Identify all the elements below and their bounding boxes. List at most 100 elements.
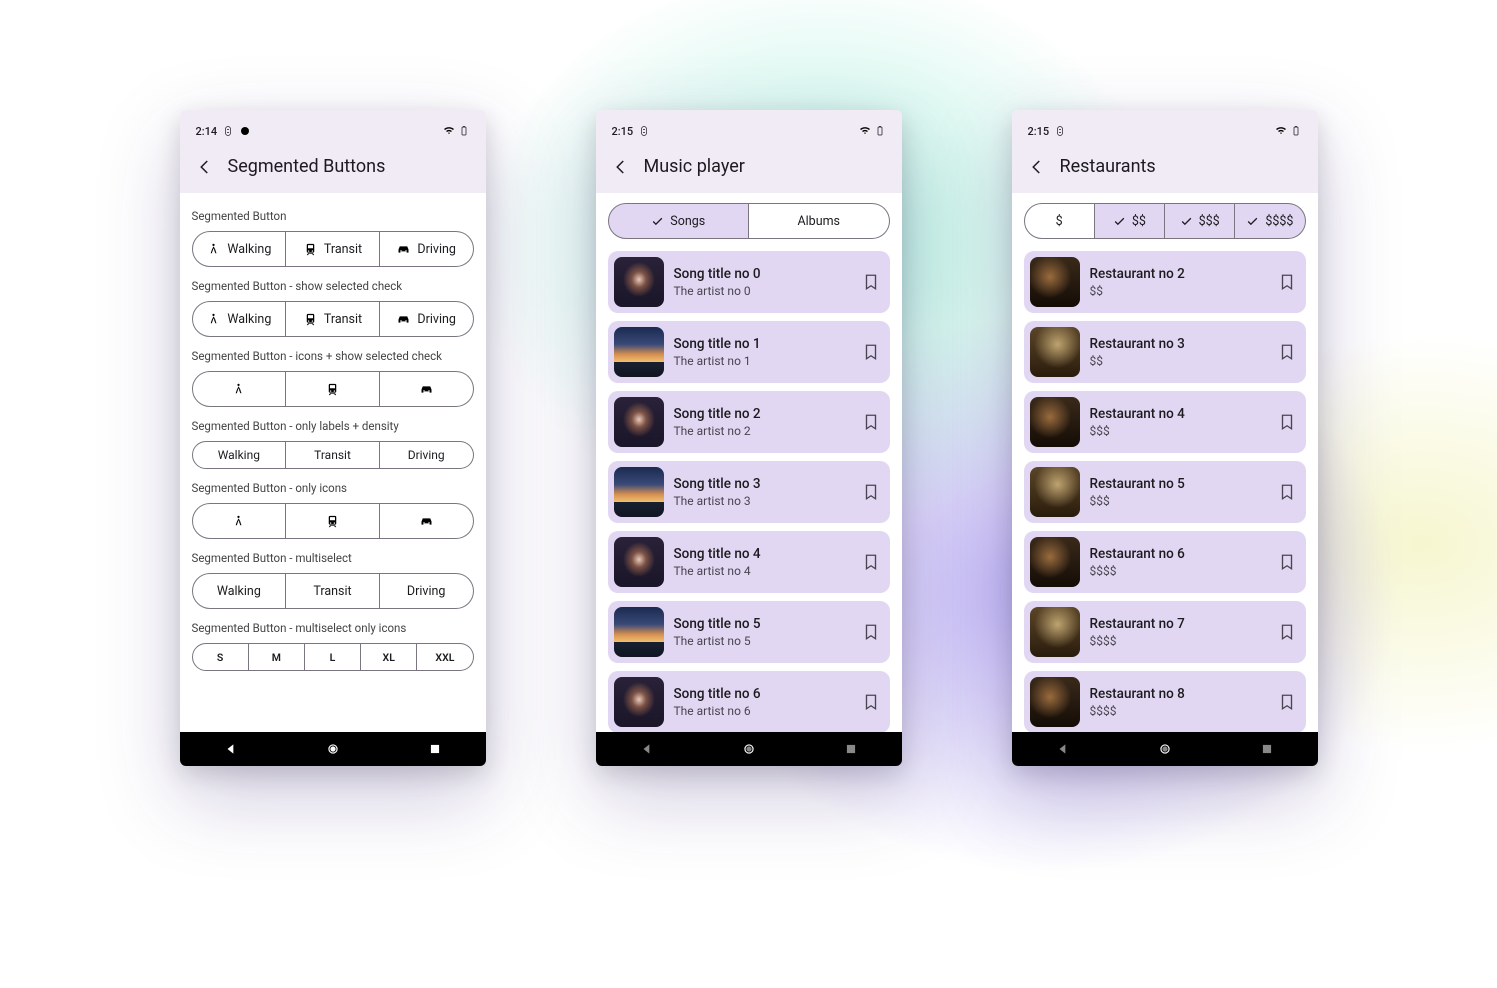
- seg-driving[interactable]: Driving: [380, 231, 474, 267]
- restaurant-name: Restaurant no 8: [1090, 686, 1268, 702]
- song-card[interactable]: Song title no 5The artist no 5: [608, 601, 890, 663]
- restaurant-thumb: [1030, 467, 1080, 517]
- song-thumb: [614, 467, 664, 517]
- seg-walking[interactable]: [192, 503, 287, 539]
- restaurant-thumb: [1030, 607, 1080, 657]
- song-text: Song title no 3The artist no 3: [674, 476, 852, 508]
- price-2[interactable]: $$: [1095, 203, 1165, 239]
- nav-home-icon[interactable]: [1158, 742, 1172, 756]
- seg-walking[interactable]: Walking: [192, 573, 287, 609]
- song-card[interactable]: Song title no 6The artist no 6: [608, 671, 890, 732]
- song-title: Song title no 0: [674, 266, 852, 282]
- seg-transit[interactable]: Transit: [286, 573, 380, 609]
- bookmark-icon[interactable]: [1278, 483, 1296, 501]
- bookmark-icon[interactable]: [1278, 413, 1296, 431]
- nav-recent-icon[interactable]: [844, 742, 858, 756]
- segmented-group: [192, 503, 474, 539]
- song-text: Song title no 4The artist no 4: [674, 546, 852, 578]
- price-1[interactable]: $: [1024, 203, 1095, 239]
- seg-driving[interactable]: [380, 371, 474, 407]
- status-time: 2:15: [612, 125, 634, 138]
- restaurant-card[interactable]: Restaurant no 2$$: [1024, 251, 1306, 313]
- price-filter: $ $$ $$$ $$$$: [1024, 203, 1306, 239]
- seg-driving[interactable]: Driving: [380, 573, 474, 609]
- bookmark-icon[interactable]: [862, 273, 880, 291]
- bookmark-icon[interactable]: [1278, 623, 1296, 641]
- seg-driving[interactable]: Driving: [380, 301, 474, 337]
- restaurant-card[interactable]: Restaurant no 5$$$: [1024, 461, 1306, 523]
- song-thumb: [614, 257, 664, 307]
- seg-transit[interactable]: Transit: [286, 441, 380, 469]
- bookmark-icon[interactable]: [1278, 693, 1296, 711]
- song-card[interactable]: Song title no 0The artist no 0: [608, 251, 890, 313]
- restaurant-card[interactable]: Restaurant no 7$$$$: [1024, 601, 1306, 663]
- segmented-group: Walking Transit Driving: [192, 573, 474, 609]
- seg-size-xxl[interactable]: XXL: [417, 643, 473, 671]
- restaurant-card[interactable]: Restaurant no 6$$$$: [1024, 531, 1306, 593]
- seg-size-m[interactable]: M: [249, 643, 305, 671]
- tab-albums[interactable]: Albums: [749, 203, 890, 239]
- segmented-group: Walking Transit Driving: [192, 231, 474, 267]
- nav-recent-icon[interactable]: [1260, 742, 1274, 756]
- seg-size-s[interactable]: S: [192, 643, 249, 671]
- seg-transit[interactable]: [286, 371, 380, 407]
- seg-driving[interactable]: [380, 503, 474, 539]
- seg-walking[interactable]: Walking: [192, 441, 287, 469]
- seg-transit[interactable]: [286, 503, 380, 539]
- seg-walking[interactable]: [192, 371, 287, 407]
- bookmark-icon[interactable]: [862, 483, 880, 501]
- song-card[interactable]: Song title no 2The artist no 2: [608, 391, 890, 453]
- song-card[interactable]: Song title no 3The artist no 3: [608, 461, 890, 523]
- song-card[interactable]: Song title no 1The artist no 1: [608, 321, 890, 383]
- seg-transit[interactable]: Transit: [286, 301, 380, 337]
- wifi-icon: [443, 125, 455, 137]
- price-3[interactable]: $$$: [1165, 203, 1235, 239]
- tab-label: Songs: [670, 214, 705, 229]
- car-icon: [419, 514, 434, 529]
- bookmark-icon[interactable]: [862, 623, 880, 641]
- seg-label: Driving: [417, 242, 456, 257]
- battery-icon: [458, 125, 470, 137]
- song-title: Song title no 2: [674, 406, 852, 422]
- nav-back-icon[interactable]: [640, 742, 654, 756]
- restaurant-price: $$: [1090, 354, 1268, 368]
- song-list: Song title no 0The artist no 0Song title…: [608, 251, 890, 732]
- price-4[interactable]: $$$$: [1235, 203, 1305, 239]
- song-title: Song title no 4: [674, 546, 852, 562]
- nav-home-icon[interactable]: [742, 742, 756, 756]
- section-label: Segmented Button - multiselect only icon…: [192, 621, 474, 635]
- back-icon[interactable]: [196, 158, 214, 176]
- nav-back-icon[interactable]: [1056, 742, 1070, 756]
- nav-home-icon[interactable]: [326, 742, 340, 756]
- back-icon[interactable]: [1028, 158, 1046, 176]
- seg-walking[interactable]: Walking: [192, 231, 287, 267]
- nav-recent-icon[interactable]: [428, 742, 442, 756]
- seg-label: Transit: [313, 584, 351, 599]
- nav-back-icon[interactable]: [224, 742, 238, 756]
- bookmark-icon[interactable]: [862, 553, 880, 571]
- song-card[interactable]: Song title no 4The artist no 4: [608, 531, 890, 593]
- system-navbar: [1012, 732, 1318, 766]
- segmented-group: [192, 371, 474, 407]
- bookmark-icon[interactable]: [1278, 343, 1296, 361]
- restaurant-list: Restaurant no 2$$ Restaurant no 3$$ Restau…: [1024, 251, 1306, 732]
- walk-icon: [206, 312, 221, 327]
- transit-icon: [303, 312, 318, 327]
- seg-label: S: [217, 651, 223, 664]
- seg-driving[interactable]: Driving: [380, 441, 474, 469]
- seg-label: $$$: [1199, 214, 1220, 229]
- seg-walking[interactable]: Walking: [192, 301, 287, 337]
- bookmark-icon[interactable]: [862, 413, 880, 431]
- restaurant-card[interactable]: Restaurant no 8$$$$: [1024, 671, 1306, 732]
- seg-size-xl[interactable]: XL: [361, 643, 417, 671]
- back-icon[interactable]: [612, 158, 630, 176]
- bookmark-icon[interactable]: [862, 343, 880, 361]
- seg-transit[interactable]: Transit: [286, 231, 380, 267]
- tab-songs[interactable]: Songs: [608, 203, 750, 239]
- bookmark-icon[interactable]: [1278, 273, 1296, 291]
- seg-size-l[interactable]: L: [305, 643, 361, 671]
- bookmark-icon[interactable]: [862, 693, 880, 711]
- restaurant-card[interactable]: Restaurant no 3$$: [1024, 321, 1306, 383]
- restaurant-card[interactable]: Restaurant no 4$$$: [1024, 391, 1306, 453]
- bookmark-icon[interactable]: [1278, 553, 1296, 571]
